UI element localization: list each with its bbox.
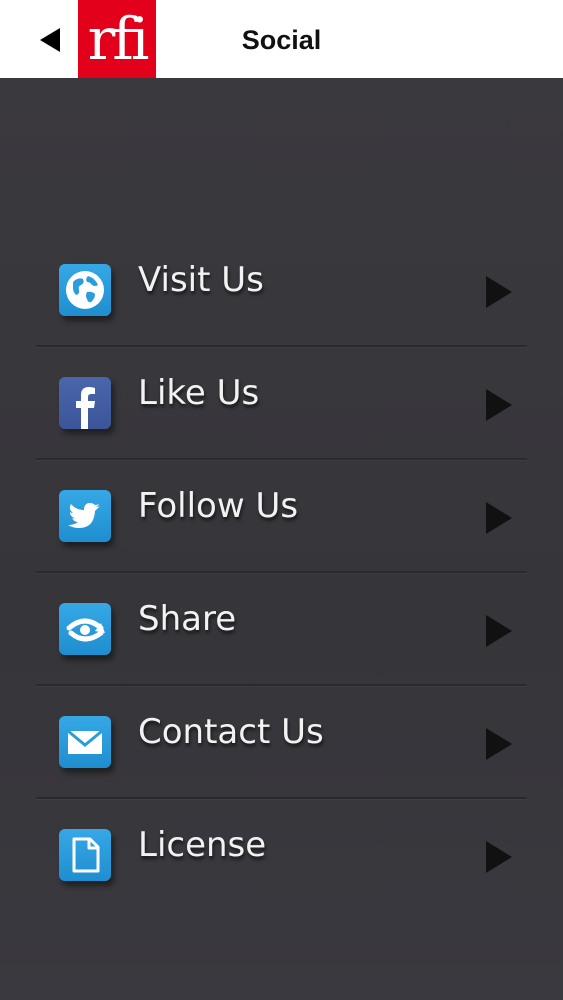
menu-item-follow-us[interactable]: Follow Us [36, 460, 527, 573]
menu-item-visit-us[interactable]: Visit Us [36, 234, 527, 347]
back-button[interactable] [30, 18, 74, 62]
rfi-logo: rfi [78, 0, 156, 78]
social-menu: Visit Us Like Us Follow Us Share Contact… [36, 234, 527, 910]
chevron-right-icon [484, 726, 514, 762]
chevron-right-icon [484, 274, 514, 310]
chevron-right-icon [484, 500, 514, 536]
menu-item-label: Like Us [138, 373, 260, 413]
content-area: Visit Us Like Us Follow Us Share Contact… [0, 78, 563, 1000]
chevron-right-icon [484, 387, 514, 423]
chevron-right-icon [484, 839, 514, 875]
menu-item-label: Share [138, 599, 237, 639]
chevron-right-icon [484, 613, 514, 649]
menu-item-contact-us[interactable]: Contact Us [36, 686, 527, 799]
document-icon [59, 829, 111, 881]
page-title: Social [241, 25, 322, 55]
menu-item-like-us[interactable]: Like Us [36, 347, 527, 460]
menu-item-share[interactable]: Share [36, 573, 527, 686]
globe-icon [59, 264, 111, 316]
back-arrow-icon [40, 28, 60, 52]
twitter-icon [59, 490, 111, 542]
menu-item-label: Contact Us [138, 712, 324, 752]
menu-item-license[interactable]: License [36, 799, 527, 910]
menu-item-label: License [138, 825, 267, 865]
facebook-icon [59, 377, 111, 429]
app-header: rfi Social [0, 0, 563, 78]
menu-item-label: Visit Us [138, 260, 264, 300]
mail-icon [59, 716, 111, 768]
menu-item-label: Follow Us [138, 486, 299, 526]
share-icon [59, 603, 111, 655]
